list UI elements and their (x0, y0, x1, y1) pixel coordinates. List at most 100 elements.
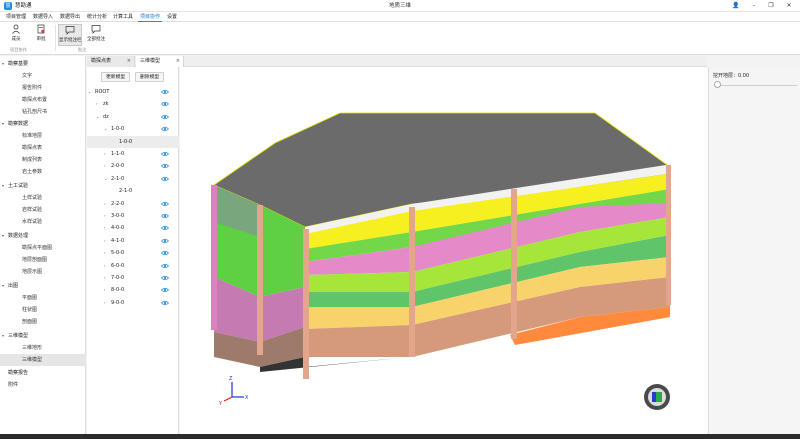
sidebar-item[interactable]: 平面图 (0, 292, 86, 304)
tab-3d-model[interactable]: 三维模型 × (136, 56, 184, 67)
chevron-right-icon[interactable]: › (104, 160, 106, 172)
sidebar-item[interactable]: 三维地形 (0, 342, 86, 354)
user-icon[interactable]: 👤 (728, 0, 744, 12)
tree-node[interactable]: › 3-0-0 (87, 210, 179, 222)
borehole[interactable] (303, 229, 309, 379)
sidebar-group-soil-tests[interactable]: ▾ 土工试验 (0, 180, 86, 192)
menu-statistics[interactable]: 统计分析 (85, 12, 109, 22)
close-icon[interactable]: × (127, 56, 131, 67)
menu-project-collab[interactable]: 项目协作 (138, 12, 163, 22)
3d-viewport[interactable]: Z X Y (180, 67, 708, 434)
chevron-right-icon[interactable]: › (104, 148, 106, 160)
tree-node[interactable]: › 8-0-0 (87, 284, 179, 296)
tree-node[interactable]: › 4-0-0 (87, 222, 179, 234)
borehole[interactable] (409, 207, 415, 357)
members-button[interactable]: 成员 (5, 24, 27, 46)
view-cube-icon[interactable] (644, 384, 670, 410)
chevron-right-icon[interactable]: › (104, 210, 106, 222)
approve-button[interactable]: 审批 (30, 24, 52, 46)
minimize-button[interactable]: – (746, 0, 762, 12)
excavate-slider-track[interactable] (717, 85, 797, 86)
sidebar-item[interactable]: 水样试验 (0, 216, 86, 228)
excavate-slider-thumb[interactable] (714, 81, 721, 88)
chevron-down-icon[interactable]: ⌄ (88, 86, 91, 98)
eye-icon[interactable] (161, 126, 169, 132)
tree-node[interactable]: › 7-0-0 (87, 272, 179, 284)
sidebar-item-3d-model[interactable]: 三维模型 (0, 354, 86, 366)
borehole[interactable] (511, 189, 517, 339)
sidebar-item[interactable]: 岩土参数 (0, 166, 86, 178)
menu-data-import[interactable]: 数据导入 (31, 12, 55, 22)
menu-calc-tools[interactable]: 计算工具 (111, 12, 135, 22)
eye-icon[interactable] (161, 89, 169, 95)
sidebar-item-report[interactable]: 勘察报告 (0, 367, 86, 379)
tree-node[interactable]: › zk (87, 98, 179, 110)
tree-node[interactable]: › 2-0-0 (87, 160, 179, 172)
menu-project-management[interactable]: 项目管理 (4, 12, 28, 22)
sidebar-item[interactable]: 文字 (0, 70, 86, 82)
tree-node[interactable]: ⌄ dz (87, 111, 179, 123)
borehole[interactable] (666, 165, 671, 305)
update-model-button[interactable]: 更新模型 (101, 72, 131, 82)
tree-node[interactable]: › 2-2-0 (87, 198, 179, 210)
chevron-right-icon[interactable]: › (104, 297, 106, 309)
eye-icon[interactable] (161, 163, 169, 169)
tree-node[interactable]: ⌄ ROOT (87, 86, 179, 98)
tree-node[interactable]: ⌄ 1-0-0 (87, 123, 179, 135)
chevron-right-icon[interactable]: › (104, 272, 106, 284)
eye-icon[interactable] (161, 151, 169, 157)
borehole[interactable] (211, 185, 217, 330)
chevron-down-icon[interactable]: ⌄ (96, 111, 99, 123)
sidebar-group-survey-basics[interactable]: ▾ 勘察基要 (0, 58, 86, 70)
eye-icon[interactable] (161, 287, 169, 293)
chevron-right-icon[interactable]: › (104, 222, 106, 234)
sidebar-item[interactable]: 岩样试验 (0, 204, 86, 216)
chevron-right-icon[interactable]: › (104, 247, 106, 259)
tree-node[interactable]: › 4-1-0 (87, 235, 179, 247)
eye-icon[interactable] (161, 225, 169, 231)
sidebar-item-attachments[interactable]: 附件 (0, 379, 86, 391)
chevron-right-icon[interactable]: › (104, 260, 106, 272)
close-icon[interactable]: × (176, 56, 180, 67)
sidebar-item[interactable]: 柱状图 (0, 304, 86, 316)
tree-node[interactable]: › 9-0-0 (87, 297, 179, 309)
sidebar-item[interactable]: 地层示图 (0, 266, 86, 278)
close-button[interactable]: ✕ (781, 0, 797, 12)
delete-model-button[interactable]: 删除模型 (135, 72, 165, 82)
eye-icon[interactable] (161, 300, 169, 306)
sidebar-item[interactable]: 钻孔剖尺书 (0, 106, 86, 118)
tree-node[interactable]: 1-0-0 (87, 135, 179, 148)
sidebar-item[interactable]: 制成列表 (0, 154, 86, 166)
chevron-right-icon[interactable]: › (96, 98, 98, 110)
eye-icon[interactable] (161, 213, 169, 219)
sidebar-group-3d-model[interactable]: ▾ 三维模型 (0, 330, 86, 342)
chevron-right-icon[interactable]: › (104, 235, 106, 247)
eye-icon[interactable] (161, 114, 169, 120)
sidebar-item[interactable]: 勘探点布置 (0, 94, 86, 106)
tree-node[interactable]: › 1-1-0 (87, 148, 179, 160)
tree-node[interactable]: 2-1-0 (87, 185, 179, 197)
tree-node[interactable]: › 5-0-0 (87, 247, 179, 259)
sidebar-group-drawings[interactable]: ▾ 出图 (0, 280, 86, 292)
sidebar-item[interactable]: 勘探点平面图 (0, 242, 86, 254)
eye-icon[interactable] (161, 263, 169, 269)
tab-borehole-table[interactable]: 勘探点表 × (87, 56, 135, 67)
sidebar-item[interactable]: 地层剖面图 (0, 254, 86, 266)
sidebar-item[interactable]: 报告附件 (0, 82, 86, 94)
eye-icon[interactable] (161, 238, 169, 244)
sidebar-group-survey-data[interactable]: ▾ 勘察数据 (0, 118, 86, 130)
tree-node[interactable]: › 6-0-0 (87, 260, 179, 272)
geology-3d-model[interactable]: Z X Y (180, 67, 708, 434)
eye-icon[interactable] (161, 201, 169, 207)
eye-icon[interactable] (161, 176, 169, 182)
chevron-right-icon[interactable]: › (104, 198, 106, 210)
all-annotations-button[interactable]: 全部批注 (85, 24, 107, 46)
tree-node[interactable]: ⌄ 2-1-0 (87, 173, 179, 185)
chevron-right-icon[interactable]: › (104, 284, 106, 296)
menu-data-export[interactable]: 数据导出 (58, 12, 82, 22)
sidebar-item[interactable]: 土样试验 (0, 192, 86, 204)
sidebar-group-data-processing[interactable]: ▾ 数据处理 (0, 230, 86, 242)
menu-settings[interactable]: 设置 (165, 12, 179, 22)
chevron-down-icon[interactable]: ⌄ (104, 123, 107, 135)
eye-icon[interactable] (161, 275, 169, 281)
